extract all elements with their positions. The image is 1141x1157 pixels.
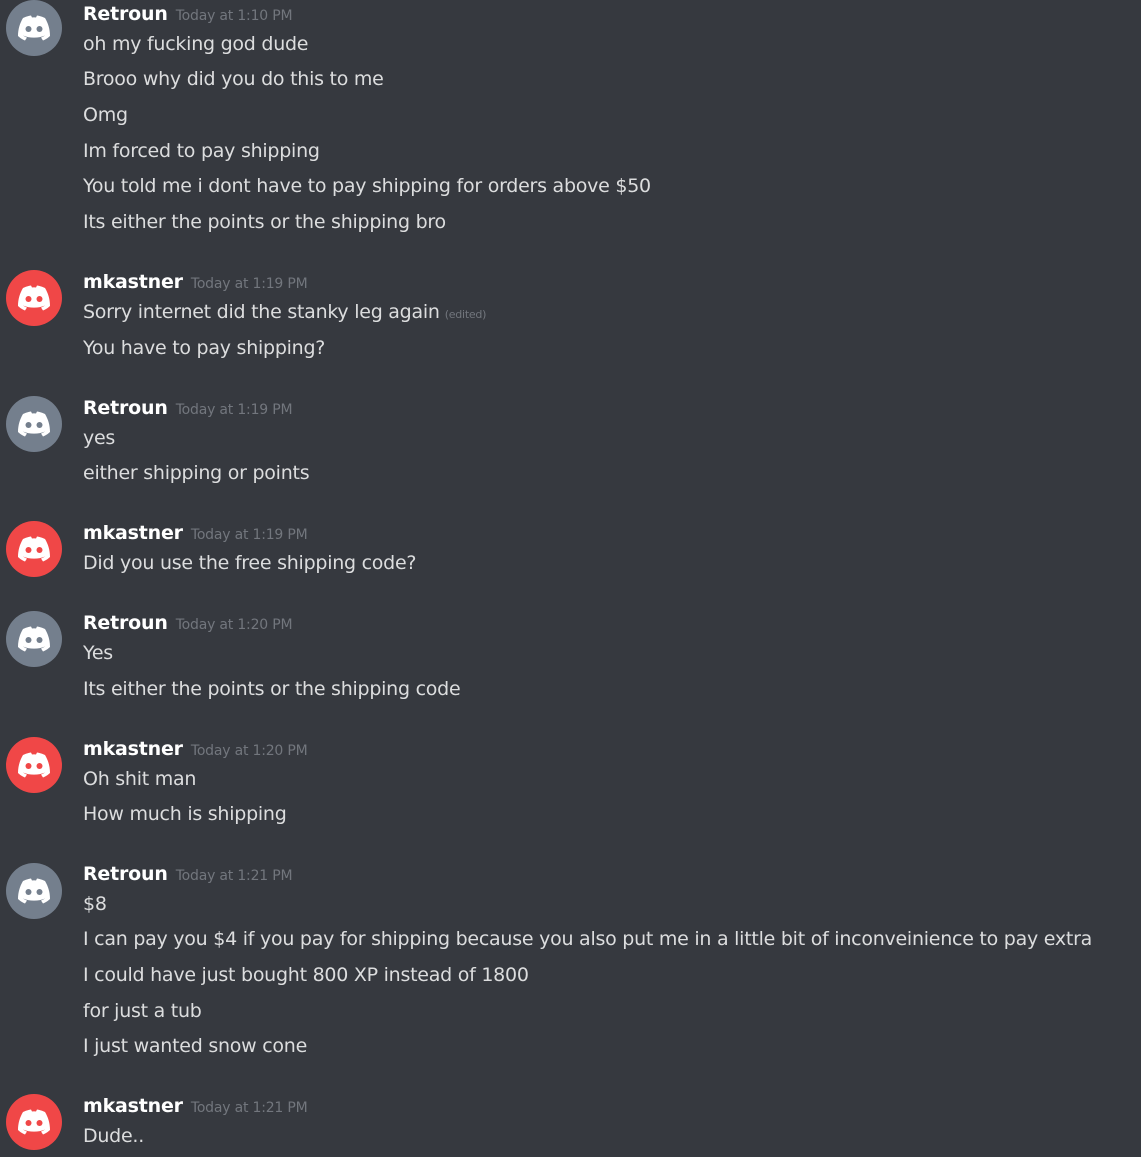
username[interactable]: mkastner xyxy=(83,1095,183,1117)
message-text: either shipping or points xyxy=(83,462,310,484)
discord-logo-icon xyxy=(18,411,50,437)
message-text: I could have just bought 800 XP instead … xyxy=(83,964,529,986)
message-text: Did you use the free shipping code? xyxy=(83,552,417,574)
avatar[interactable] xyxy=(6,270,62,326)
message-text: Im forced to pay shipping xyxy=(83,140,320,162)
message-text: yes xyxy=(83,427,116,449)
message-text: Yes xyxy=(83,642,113,664)
discord-logo-icon xyxy=(18,626,50,652)
timestamp: Today at 1:20 PM xyxy=(175,617,293,633)
message-text: Oh shit man xyxy=(83,768,197,790)
message-text: Sorry internet did the stanky leg again (… xyxy=(83,301,486,323)
message-text: $8 xyxy=(83,893,107,915)
timestamp: Today at 1:21 PM xyxy=(190,1100,308,1116)
discord-logo-icon xyxy=(18,878,50,904)
timestamp: Today at 1:10 PM xyxy=(175,8,293,24)
discord-logo-icon xyxy=(18,752,50,778)
username[interactable]: Retroun xyxy=(83,863,168,885)
avatar[interactable] xyxy=(6,611,62,667)
timestamp: Today at 1:19 PM xyxy=(190,276,308,292)
message-text: for just a tub xyxy=(83,1000,202,1022)
discord-logo-icon xyxy=(18,15,50,41)
avatar[interactable] xyxy=(6,521,62,577)
avatar[interactable] xyxy=(6,737,62,793)
message-text: You have to pay shipping? xyxy=(83,337,326,359)
timestamp: Today at 1:19 PM xyxy=(175,402,293,418)
username[interactable]: mkastner xyxy=(83,738,183,760)
message-text: Brooo why did you do this to me xyxy=(83,68,384,90)
message-text: How much is shipping xyxy=(83,803,287,825)
message-text-content: Sorry internet did the stanky leg again xyxy=(83,301,440,323)
message-text: oh my fucking god dude xyxy=(83,33,309,55)
avatar[interactable] xyxy=(6,863,62,919)
message-text: Its either the points or the shipping co… xyxy=(83,678,461,700)
username[interactable]: Retroun xyxy=(83,612,168,634)
edited-label: (edited) xyxy=(444,308,487,321)
avatar[interactable] xyxy=(6,0,62,56)
username[interactable]: Retroun xyxy=(83,3,168,25)
timestamp: Today at 1:20 PM xyxy=(190,743,308,759)
message-text: I can pay you $4 if you pay for shipping… xyxy=(83,928,1093,950)
message-text: Its either the points or the shipping br… xyxy=(83,211,446,233)
message-text: Omg xyxy=(83,104,128,126)
avatar[interactable] xyxy=(6,396,62,452)
discord-logo-icon xyxy=(18,536,50,562)
username[interactable]: mkastner xyxy=(83,271,183,293)
discord-logo-icon xyxy=(18,1109,50,1135)
chat-message-list: Retroun Today at 1:10 PM oh my fucking go… xyxy=(0,0,1141,1157)
discord-logo-icon xyxy=(18,285,50,311)
timestamp: Today at 1:19 PM xyxy=(190,527,308,543)
username[interactable]: Retroun xyxy=(83,397,168,419)
avatar[interactable] xyxy=(6,1094,62,1150)
username[interactable]: mkastner xyxy=(83,522,183,544)
message-text: You told me i dont have to pay shipping … xyxy=(83,175,651,197)
message-text: I just wanted snow cone xyxy=(83,1035,308,1057)
timestamp: Today at 1:21 PM xyxy=(175,868,293,884)
message-text: Dude.. xyxy=(83,1125,145,1147)
